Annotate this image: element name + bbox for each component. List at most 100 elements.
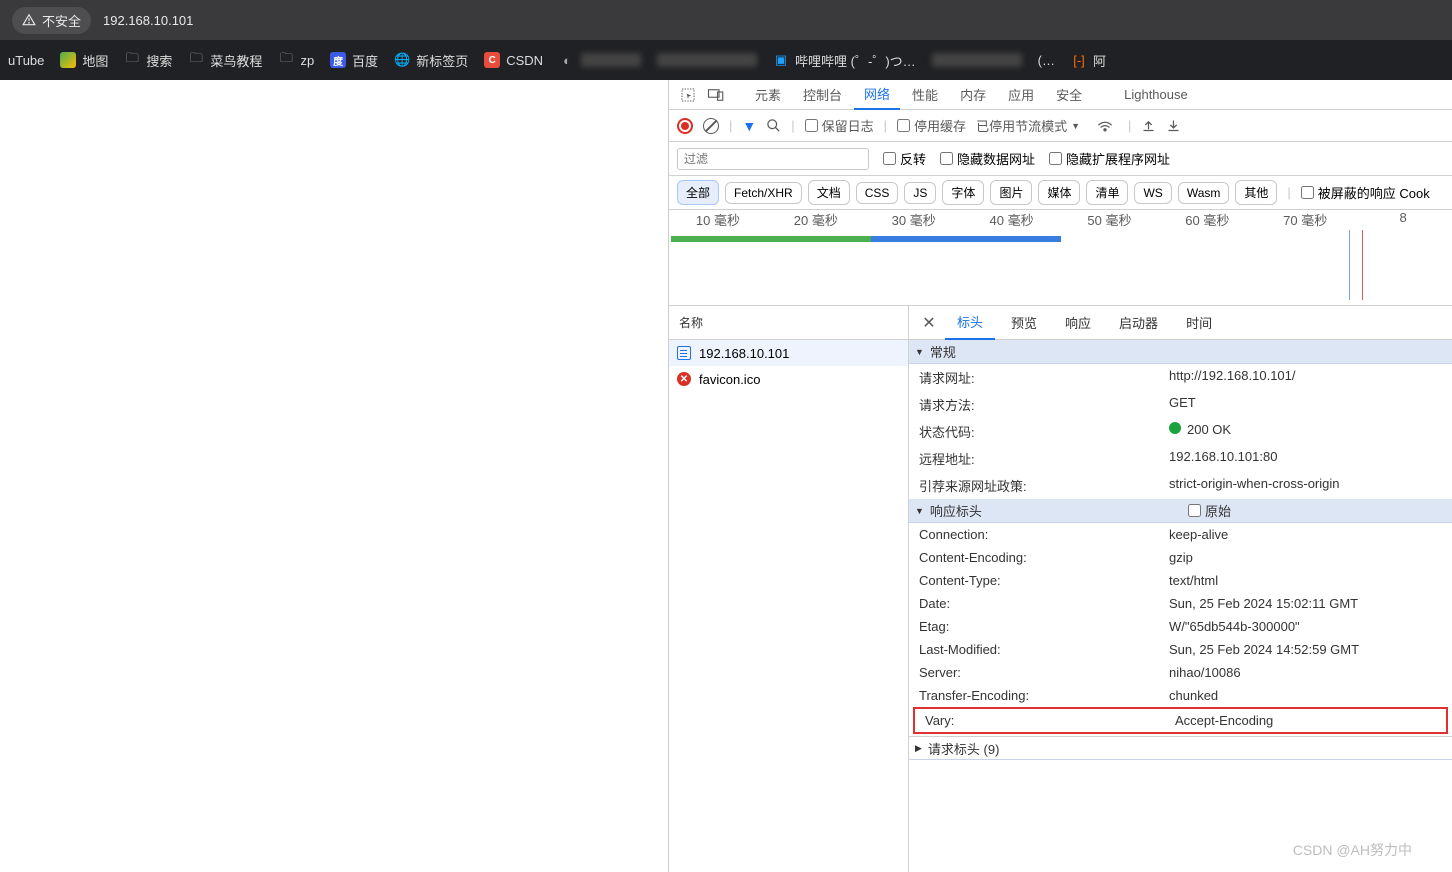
type-ws[interactable]: WS bbox=[1134, 182, 1171, 204]
raw-checkbox[interactable]: 原始 bbox=[1188, 501, 1231, 520]
type-manifest[interactable]: 清单 bbox=[1086, 180, 1128, 205]
globe-icon: ◐ bbox=[559, 52, 575, 68]
bookmark-youtube[interactable]: uTube bbox=[8, 53, 44, 68]
upload-icon[interactable] bbox=[1141, 118, 1156, 133]
tab-lighthouse[interactable]: Lighthouse bbox=[1114, 80, 1198, 110]
timeline-label: 20 毫秒 bbox=[767, 210, 865, 228]
request-detail: ✕ 标头 预览 响应 启动器 时间 ▼ 常规 请求网址:http://192.1… bbox=[909, 306, 1452, 872]
blocked-checkbox[interactable]: 被屏蔽的响应 Cook bbox=[1301, 183, 1430, 202]
section-general[interactable]: ▼ 常规 bbox=[909, 340, 1452, 364]
list-header[interactable]: 名称 bbox=[669, 306, 908, 340]
detail-tab-preview[interactable]: 预览 bbox=[999, 306, 1049, 340]
bookmark-blur3[interactable] bbox=[932, 53, 1022, 67]
detail-tab-timing[interactable]: 时间 bbox=[1174, 306, 1224, 340]
bookmark-ellipsis[interactable]: (… bbox=[1038, 53, 1055, 68]
bookmark-baidu[interactable]: 度百度 bbox=[330, 51, 378, 70]
header-row: Date:Sun, 25 Feb 2024 15:02:11 GMT bbox=[909, 592, 1452, 615]
type-js[interactable]: JS bbox=[904, 182, 936, 204]
search-icon[interactable] bbox=[766, 118, 781, 133]
device-icon[interactable] bbox=[703, 82, 729, 108]
warning-icon bbox=[22, 13, 36, 27]
bookmark-runoob[interactable]: 🗀菜鸟教程 bbox=[188, 51, 262, 70]
highlighted-row: Vary:Accept-Encoding bbox=[913, 707, 1448, 734]
bookmark-ali[interactable]: [-]阿 bbox=[1071, 51, 1106, 70]
filter-input[interactable] bbox=[677, 148, 869, 170]
header-row: Content-Encoding:gzip bbox=[909, 546, 1452, 569]
triangle-down-icon: ▼ bbox=[915, 347, 924, 357]
header-row: Transfer-Encoding:chunked bbox=[909, 684, 1452, 707]
timeline[interactable]: 10 毫秒 20 毫秒 30 毫秒 40 毫秒 50 毫秒 60 毫秒 70 毫… bbox=[669, 210, 1452, 306]
tab-elements[interactable]: 元素 bbox=[745, 80, 791, 110]
type-wasm[interactable]: Wasm bbox=[1178, 182, 1230, 204]
download-icon[interactable] bbox=[1166, 118, 1181, 133]
bookmark-blur2[interactable] bbox=[657, 53, 757, 67]
detail-tabs: ✕ 标头 预览 响应 启动器 时间 bbox=[909, 306, 1452, 340]
detail-tab-initiator[interactable]: 启动器 bbox=[1107, 306, 1170, 340]
bookmarks-bar: uTube 地图 🗀搜索 🗀菜鸟教程 🗀zp 度百度 🌐新标签页 CCSDN ◐… bbox=[0, 40, 1452, 80]
header-row: 请求网址:http://192.168.10.101/ bbox=[909, 364, 1452, 391]
bilibili-icon: ▣ bbox=[773, 52, 789, 68]
hide-ext-checkbox[interactable]: 隐藏扩展程序网址 bbox=[1049, 149, 1170, 168]
header-row: Server:nihao/10086 bbox=[909, 661, 1452, 684]
chevron-down-icon: ▼ bbox=[1071, 121, 1080, 131]
throttle-select[interactable]: 已停用节流模式▼ bbox=[976, 116, 1080, 135]
triangle-down-icon: ▼ bbox=[915, 506, 924, 516]
tab-application[interactable]: 应用 bbox=[998, 80, 1044, 110]
filter-icon[interactable]: ▼ bbox=[742, 118, 756, 134]
bookmark-bili[interactable]: ▣哔哩哔哩 (゜-゜)つ… bbox=[773, 51, 916, 70]
close-icon[interactable]: ✕ bbox=[917, 311, 941, 335]
type-font[interactable]: 字体 bbox=[942, 180, 984, 205]
type-doc[interactable]: 文档 bbox=[808, 180, 850, 205]
detail-tab-headers[interactable]: 标头 bbox=[945, 306, 995, 340]
header-row: 请求方法:GET bbox=[909, 391, 1452, 418]
section-response-headers[interactable]: ▼ 响应标头 原始 bbox=[909, 499, 1452, 523]
timeline-label: 40 毫秒 bbox=[963, 210, 1061, 228]
csdn-icon: C bbox=[484, 52, 500, 68]
tab-performance[interactable]: 性能 bbox=[902, 80, 948, 110]
url-text[interactable]: 192.168.10.101 bbox=[103, 13, 193, 28]
header-row: 状态代码:200 OK bbox=[909, 418, 1452, 445]
tab-network[interactable]: 网络 bbox=[854, 80, 900, 110]
bookmark-zp[interactable]: 🗀zp bbox=[278, 52, 314, 68]
wifi-icon[interactable] bbox=[1096, 119, 1114, 133]
network-split: 名称 192.168.10.101 ✕ favicon.ico ✕ 标头 预览 … bbox=[669, 306, 1452, 872]
type-css[interactable]: CSS bbox=[856, 182, 899, 204]
type-fetch[interactable]: Fetch/XHR bbox=[725, 182, 802, 204]
timeline-label: 8 bbox=[1354, 210, 1452, 228]
baidu-icon: 度 bbox=[330, 52, 346, 68]
clear-button[interactable] bbox=[703, 118, 719, 134]
timeline-label: 30 毫秒 bbox=[865, 210, 963, 228]
request-item[interactable]: 192.168.10.101 bbox=[669, 340, 908, 366]
tab-memory[interactable]: 内存 bbox=[950, 80, 996, 110]
watermark: CSDN @AH努力中 bbox=[1293, 840, 1412, 860]
folder-icon: 🗀 bbox=[278, 52, 294, 68]
bookmark-csdn[interactable]: CCSDN bbox=[484, 52, 543, 68]
type-all[interactable]: 全部 bbox=[677, 180, 719, 205]
request-item[interactable]: ✕ favicon.ico bbox=[669, 366, 908, 392]
hide-data-checkbox[interactable]: 隐藏数据网址 bbox=[940, 149, 1035, 168]
bookmark-newtab[interactable]: 🌐新标签页 bbox=[394, 51, 468, 70]
bookmark-search[interactable]: 🗀搜索 bbox=[124, 51, 172, 70]
header-row: Connection:keep-alive bbox=[909, 523, 1452, 546]
inspect-icon[interactable] bbox=[675, 82, 701, 108]
section-request-headers[interactable]: ▶ 请求标头 (9) bbox=[909, 736, 1452, 760]
disable-cache-checkbox[interactable]: 停用缓存 bbox=[897, 116, 966, 135]
security-badge[interactable]: 不安全 bbox=[12, 7, 91, 34]
invert-checkbox[interactable]: 反转 bbox=[883, 149, 926, 168]
tab-security[interactable]: 安全 bbox=[1046, 80, 1092, 110]
triangle-right-icon: ▶ bbox=[915, 743, 922, 754]
detail-tab-response[interactable]: 响应 bbox=[1053, 306, 1103, 340]
preserve-log-checkbox[interactable]: 保留日志 bbox=[805, 116, 874, 135]
type-other[interactable]: 其他 bbox=[1235, 180, 1277, 205]
bookmark-blur1[interactable]: ◐ bbox=[559, 52, 641, 68]
header-row: Last-Modified:Sun, 25 Feb 2024 14:52:59 … bbox=[909, 638, 1452, 661]
type-img[interactable]: 图片 bbox=[990, 180, 1032, 205]
tab-console[interactable]: 控制台 bbox=[793, 80, 852, 110]
record-button[interactable] bbox=[677, 118, 693, 134]
status-dot-icon bbox=[1169, 422, 1181, 434]
type-media[interactable]: 媒体 bbox=[1038, 180, 1080, 205]
address-bar: 不安全 192.168.10.101 bbox=[0, 0, 1452, 40]
bookmark-maps[interactable]: 地图 bbox=[60, 51, 108, 70]
security-text: 不安全 bbox=[42, 11, 81, 30]
globe-icon: 🌐 bbox=[394, 52, 410, 68]
